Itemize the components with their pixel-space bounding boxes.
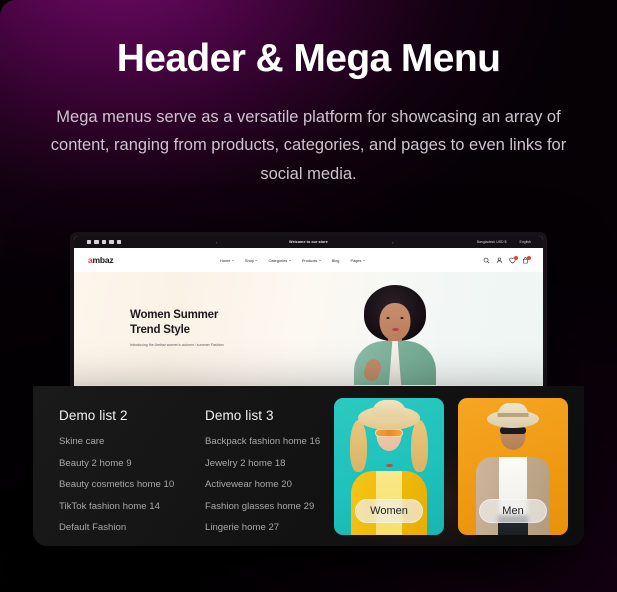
announcement-text: Welcome to our store xyxy=(289,240,328,244)
chevron-down-icon xyxy=(363,259,366,261)
hero-banner-title: Women Summer Trend Style xyxy=(130,308,280,337)
model-lips xyxy=(391,328,399,331)
nav-item-shop-label: Shop xyxy=(244,257,254,263)
hero-banner-title-line2: Trend Style xyxy=(130,323,190,336)
men-hat-band xyxy=(497,413,529,417)
mega-menu-link[interactable]: Beauty 2 home 9 xyxy=(59,458,205,469)
hero-text-block: Header & Mega Menu Mega menus serve as a… xyxy=(0,37,617,188)
mega-menu-column-demo-list-2: Demo list 2 Skine care Beauty 2 home 9 B… xyxy=(59,408,205,546)
mega-menu-link[interactable]: TikTok fashion home 14 xyxy=(59,502,205,512)
mega-menu-link[interactable]: Jewelry 2 home 18 xyxy=(205,458,351,469)
promo-card-men[interactable]: Men xyxy=(458,398,568,535)
nav-item-shop[interactable]: Shop xyxy=(245,258,258,263)
chevron-down-icon xyxy=(255,259,258,261)
mega-menu-link[interactable]: Lingerie home 27 xyxy=(205,523,351,533)
women-lips xyxy=(385,464,393,467)
nav-item-blog[interactable]: Blog xyxy=(332,258,340,263)
shopping-bag-icon[interactable] xyxy=(522,255,531,264)
hero-model-photo xyxy=(339,277,451,385)
cart-count-badge xyxy=(526,255,531,260)
promo-card-women-label[interactable]: Women xyxy=(355,499,423,523)
store-primary-nav: Home Shop Categories Products Blog Pages xyxy=(220,257,366,263)
currency-selector[interactable]: Bangladesh USD $ xyxy=(477,240,507,244)
women-hair-right xyxy=(411,420,428,472)
wishlist-heart-icon[interactable] xyxy=(509,255,518,264)
promo-card-women[interactable]: Women xyxy=(334,398,444,535)
announcement-next-arrow[interactable]: › xyxy=(392,240,393,245)
nav-item-pages-label: Pages xyxy=(350,257,362,263)
nav-item-products[interactable]: Products xyxy=(302,258,321,263)
chevron-down-icon xyxy=(288,259,291,261)
page-subtitle: Mega menus serve as a versatile platform… xyxy=(50,107,567,183)
men-beige-jacket xyxy=(476,457,550,535)
mega-menu-link[interactable]: Activewear home 20 xyxy=(205,480,351,490)
store-topbar: ‹ Welcome to our store › Bangladesh USD … xyxy=(74,236,543,248)
men-sunglasses-icon xyxy=(500,427,526,434)
store-hero-banner: Women Summer Trend Style Introducing the… xyxy=(74,272,543,385)
user-account-icon[interactable] xyxy=(496,257,503,264)
promo-card-men-label[interactable]: Men xyxy=(479,499,547,523)
store-main-header: ambaz Home Shop Categories Products Blog… xyxy=(74,248,543,272)
mega-menu-link[interactable]: Fashion glasses home 29 xyxy=(205,502,351,512)
mega-menu-column-title: Demo list 3 xyxy=(205,408,274,423)
nav-item-products-label: Products xyxy=(301,257,318,263)
women-hat-crown xyxy=(372,400,406,417)
wishlist-count-badge xyxy=(513,255,518,260)
page-root: Header & Mega Menu Mega menus serve as a… xyxy=(0,0,617,592)
women-hair-left xyxy=(350,420,367,472)
store-logo-text: ambaz xyxy=(88,255,114,265)
women-sunglasses-icon xyxy=(375,429,403,437)
hero-banner-subtitle: Introducing the Ambaz women's autumn / s… xyxy=(130,343,224,348)
mega-menu-panel: Demo list 2 Skine care Beauty 2 home 9 B… xyxy=(33,386,584,546)
nav-item-blog-label: Blog xyxy=(331,257,340,263)
model-eye-left xyxy=(386,317,390,319)
model-lace-collar xyxy=(388,341,402,385)
nav-item-home[interactable]: Home xyxy=(220,258,234,263)
page-title: Header & Mega Menu xyxy=(116,37,501,80)
store-header-actions xyxy=(483,255,531,264)
nav-item-home-label: Home xyxy=(220,257,231,263)
chevron-down-icon xyxy=(318,259,321,261)
mega-menu-link[interactable]: Skine care xyxy=(59,437,205,447)
mega-menu-link[interactable]: Beauty cosmetics home 10 xyxy=(59,480,205,490)
store-logo[interactable]: ambaz xyxy=(88,255,114,265)
mega-menu-link[interactable]: Default Fashion xyxy=(59,523,205,533)
mega-menu-link[interactable]: Backpack fashion home 16 xyxy=(205,437,351,447)
nav-item-pages[interactable]: Pages xyxy=(350,257,366,263)
hero-banner-copy: Women Summer Trend Style Introducing the… xyxy=(130,308,280,348)
model-face xyxy=(379,303,411,341)
topbar-right-group: Bangladesh USD $ English xyxy=(477,240,531,244)
mega-menu-column-demo-list-3: Demo list 3 Backpack fashion home 16 Jew… xyxy=(205,408,351,546)
mega-menu-column-title: Demo list 2 xyxy=(59,408,128,423)
search-icon[interactable] xyxy=(483,257,490,264)
hero-banner-title-line1: Women Summer xyxy=(130,309,219,321)
chevron-down-icon xyxy=(231,259,234,261)
nav-item-categories[interactable]: Categories xyxy=(268,257,291,263)
nav-item-categories-label: Categories xyxy=(268,257,288,263)
language-selector[interactable]: English xyxy=(520,240,531,244)
mega-menu-promo-cards: Women Men xyxy=(334,398,568,535)
model-eye-right xyxy=(400,317,404,319)
